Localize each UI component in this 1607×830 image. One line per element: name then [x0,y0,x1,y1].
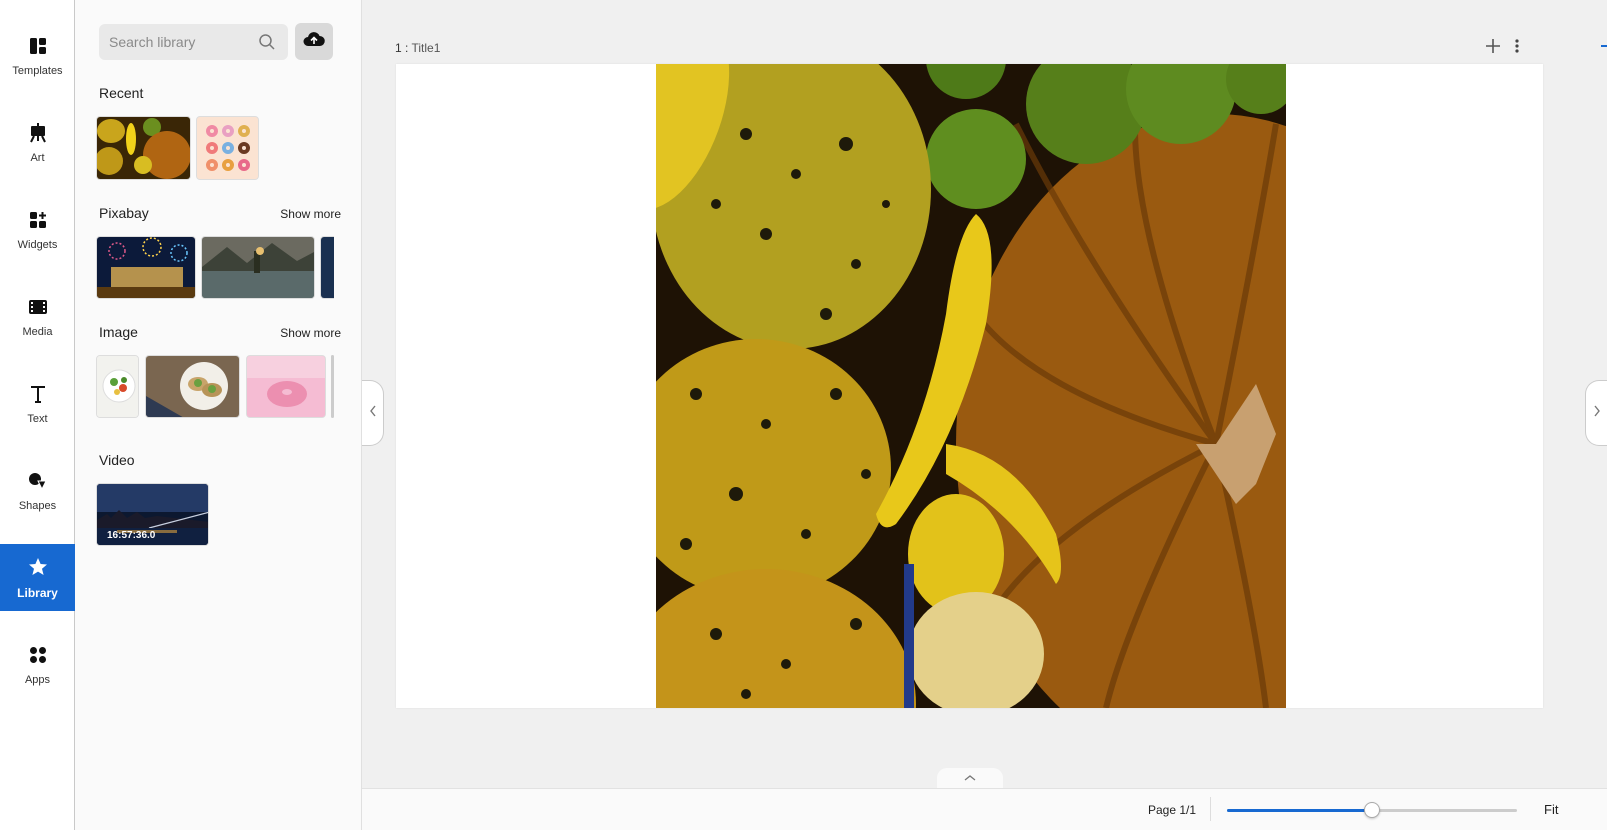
pixabay-show-more-link[interactable]: Show more [280,207,341,221]
divider [1210,797,1211,821]
more-options-icon[interactable] [1514,38,1520,59]
fit-button[interactable]: Fit [1544,802,1558,817]
prev-panel-tab[interactable] [362,380,384,446]
video-title: Video [99,452,135,468]
rail-item-label: Text [27,412,48,425]
zoom-slider-handle[interactable] [1364,802,1380,818]
pixabay-thumb-partial[interactable] [320,236,334,299]
templates-icon [27,35,49,57]
chevron-left-icon [369,404,377,422]
zoom-slider[interactable] [1227,802,1517,818]
widgets-icon [27,209,49,231]
rail-item-media[interactable]: Media [0,283,75,350]
image-thumb-donut[interactable] [246,355,326,418]
app-window: Templates Art Widgets Media Text Shapes … [0,0,1607,830]
canvas-image-produce[interactable] [656,64,1286,708]
pixabay-thumb-lake[interactable] [201,236,315,299]
rail-item-widgets[interactable]: Widgets [0,196,75,263]
text-icon [27,383,49,405]
search-input[interactable] [109,34,249,50]
video-thumb-bridge[interactable]: 16:57:36.0 [96,483,209,546]
chevron-right-icon [1593,404,1601,422]
page-count: Page 1/1 [1148,803,1197,817]
rail-item-label: Widgets [17,238,58,251]
library-panel: Recent Pixabay [75,0,362,830]
image-thumb-salad[interactable] [96,355,139,418]
rail-item-shapes[interactable]: Shapes [0,457,75,524]
image-thumb-partial[interactable] [331,355,334,418]
image-title: Image [99,324,138,340]
image-thumb-toast[interactable] [145,355,240,418]
page-tray-toggle[interactable] [937,768,1003,788]
edge-indicator [1601,45,1607,47]
rail-item-label: Templates [12,64,63,77]
shapes-icon [27,470,49,492]
rail-item-label: Shapes [18,499,57,512]
page-number: 1 : [395,41,409,55]
rail-item-label: Library [17,585,58,600]
rail-item-library[interactable]: Library [0,544,75,611]
upload-button[interactable] [295,23,333,60]
easel-icon [27,122,49,144]
cloud-upload-icon [303,31,325,52]
page-label: 1 : Title1 [395,41,440,55]
recent-title: Recent [99,85,144,101]
video-duration: 16:57:36.0 [107,530,156,541]
pixabay-thumb-fireworks[interactable] [96,236,196,299]
page-canvas[interactable] [396,64,1543,708]
film-icon [27,296,49,318]
image-show-more-link[interactable]: Show more [280,326,341,340]
zoom-slider-fill [1227,809,1372,812]
workspace: 1 : Title1 Page 1/1 Fit [362,0,1607,830]
rail-item-label: Art [30,151,45,164]
apps-icon [27,644,49,666]
next-panel-tab[interactable] [1585,380,1607,446]
add-page-icon[interactable] [1485,38,1501,59]
rail-item-label: Media [22,325,53,338]
recent-thumb-donuts[interactable] [196,116,259,180]
pixabay-title: Pixabay [99,205,149,221]
rail-item-apps[interactable]: Apps [0,631,75,698]
rail-item-label: Apps [24,673,51,686]
chevron-up-icon [964,769,976,787]
star-icon [27,556,49,578]
page-title[interactable]: Title1 [411,41,440,55]
rail-item-templates[interactable]: Templates [0,22,75,89]
rail-item-art[interactable]: Art [0,109,75,176]
left-rail: Templates Art Widgets Media Text Shapes … [0,0,75,830]
search-icon[interactable] [258,33,276,56]
recent-thumb-produce[interactable] [96,116,191,180]
search-box [99,24,288,60]
rail-item-text[interactable]: Text [0,370,75,437]
bottom-bar: Page 1/1 Fit [362,788,1607,830]
